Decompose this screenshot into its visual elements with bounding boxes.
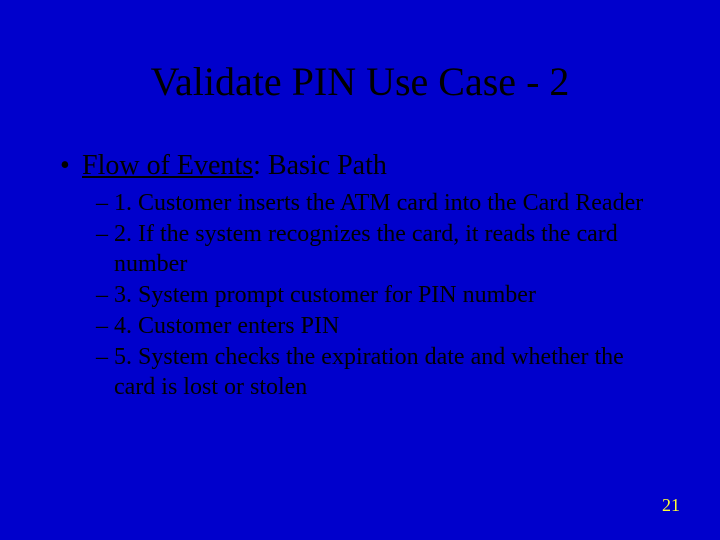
slide-title: Validate PIN Use Case - 2: [0, 58, 720, 105]
dash-icon: –: [96, 219, 114, 250]
list-item: – 1. Customer inserts the ATM card into …: [96, 188, 660, 219]
list-item-text: 4. Customer enters PIN: [114, 311, 660, 342]
list-item-text: 1. Customer inserts the ATM card into th…: [114, 188, 660, 219]
heading-underlined: Flow of Events: [82, 150, 253, 181]
bullet-icon: •: [60, 150, 82, 182]
heading-line: •Flow of Events: Basic Path: [60, 150, 660, 182]
heading-rest: : Basic Path: [253, 150, 387, 181]
list-item: – 4. Customer enters PIN: [96, 311, 660, 342]
list-item-text: 2. If the system recognizes the card, it…: [114, 219, 660, 280]
slide: Validate PIN Use Case - 2 •Flow of Event…: [0, 0, 720, 540]
steps-list: – 1. Customer inserts the ATM card into …: [96, 188, 660, 403]
dash-icon: –: [96, 342, 114, 373]
dash-icon: –: [96, 311, 114, 342]
dash-icon: –: [96, 280, 114, 311]
dash-icon: –: [96, 188, 114, 219]
list-item: – 3. System prompt customer for PIN numb…: [96, 280, 660, 311]
page-number: 21: [662, 495, 680, 516]
list-item: – 2. If the system recognizes the card, …: [96, 219, 660, 280]
list-item-text: 3. System prompt customer for PIN number: [114, 280, 660, 311]
slide-body: •Flow of Events: Basic Path – 1. Custome…: [60, 150, 660, 403]
list-item: – 5. System checks the expiration date a…: [96, 342, 660, 403]
list-item-text: 5. System checks the expiration date and…: [114, 342, 660, 403]
